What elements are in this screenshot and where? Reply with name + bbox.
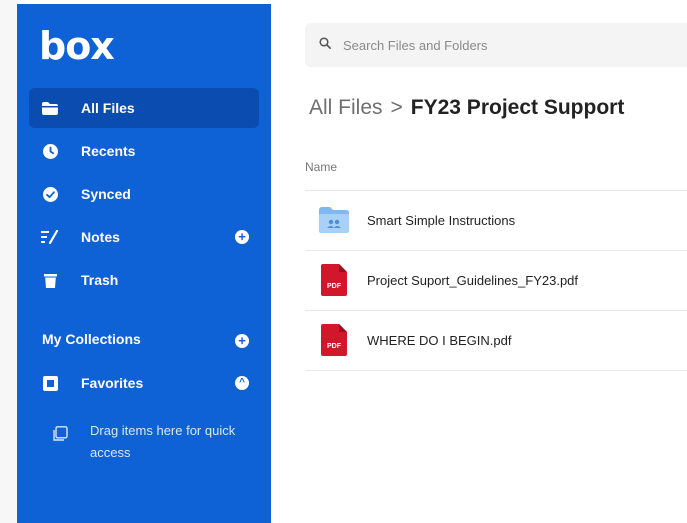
drag-drop-icon — [53, 426, 68, 464]
sidebar-item-notes[interactable]: Notes + — [29, 217, 259, 257]
svg-text:PDF: PDF — [327, 343, 342, 350]
sidebar-item-synced[interactable]: Synced — [29, 174, 259, 214]
breadcrumb-all-files[interactable]: All Files — [309, 96, 383, 120]
collapse-favorites-toggle[interactable]: ^ — [235, 376, 249, 390]
breadcrumb: All Files > FY23 Project Support — [309, 96, 624, 120]
sidebar-item-label: Notes — [81, 229, 120, 245]
row-divider — [305, 370, 687, 371]
pdf-file-icon: PDF — [319, 263, 349, 297]
shared-folder-icon — [319, 203, 349, 237]
search-bar[interactable] — [305, 23, 687, 67]
column-header-name[interactable]: Name — [305, 160, 337, 174]
svg-text:PDF: PDF — [327, 283, 342, 290]
sidebar-item-label: Favorites — [81, 375, 144, 391]
file-row[interactable]: Smart Simple Instructions — [305, 191, 687, 249]
sidebar-item-all-files[interactable]: All Files — [29, 88, 259, 128]
file-name[interactable]: Project Suport_Guidelines_FY23.pdf — [367, 273, 578, 288]
add-note-button[interactable]: + — [235, 230, 249, 244]
sidebar-item-label: Trash — [81, 272, 119, 288]
file-row[interactable]: PDF WHERE DO I BEGIN.pdf — [305, 311, 687, 369]
drag-drop-zone[interactable]: Drag items here for quick access — [53, 420, 253, 464]
sidebar-item-label: Recents — [81, 143, 136, 159]
clock-icon — [41, 142, 59, 160]
file-name[interactable]: WHERE DO I BEGIN.pdf — [367, 333, 511, 348]
folder-icon — [41, 99, 59, 117]
breadcrumb-separator: > — [390, 96, 403, 119]
drag-hint-text: Drag items here for quick access — [90, 423, 236, 460]
my-collections-heading[interactable]: My Collections — [42, 331, 141, 347]
search-icon — [319, 36, 331, 54]
search-input[interactable] — [343, 37, 643, 53]
notes-icon — [41, 228, 59, 246]
main-content: All Files > FY23 Project Support Name Sm… — [271, 4, 687, 523]
sidebar-item-label: Synced — [81, 186, 131, 202]
file-name[interactable]: Smart Simple Instructions — [367, 213, 515, 228]
page-title: FY23 Project Support — [410, 96, 625, 119]
file-row[interactable]: PDF Project Suport_Guidelines_FY23.pdf — [305, 251, 687, 309]
sidebar-item-label: All Files — [81, 100, 135, 116]
add-collection-button[interactable]: + — [235, 334, 249, 348]
pdf-file-icon: PDF — [319, 323, 349, 357]
sidebar-item-trash[interactable]: Trash — [29, 260, 259, 300]
window-edge — [0, 0, 17, 523]
app-window: box All Files Recents Synced Notes + Tra… — [0, 0, 687, 523]
sidebar-item-recents[interactable]: Recents — [29, 131, 259, 171]
box-logo[interactable]: box — [39, 24, 115, 68]
sidebar: box All Files Recents Synced Notes + Tra… — [17, 4, 271, 523]
trash-icon — [41, 271, 59, 289]
sidebar-item-favorites[interactable]: Favorites ^ — [29, 363, 259, 403]
check-circle-icon — [41, 185, 59, 203]
star-icon — [41, 374, 59, 392]
